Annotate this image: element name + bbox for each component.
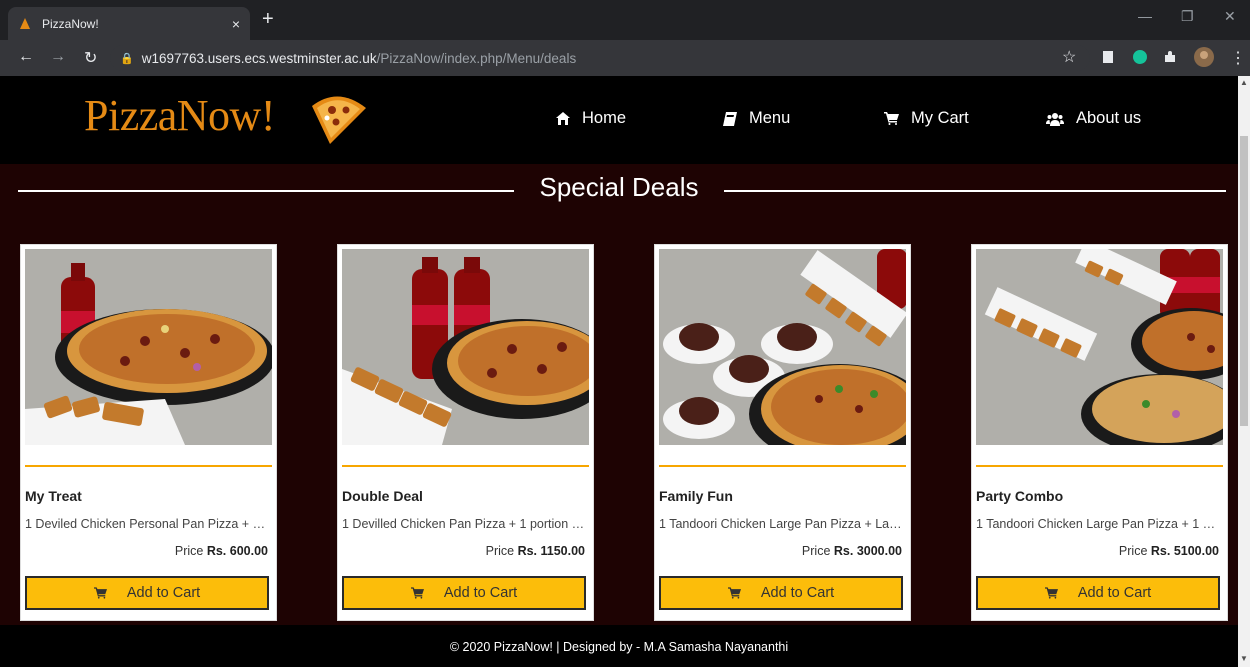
deal-description: 1 Tandoori Chicken Large Pan Pizza + Lav… — [659, 517, 904, 531]
price-value: Rs. 1150.00 — [517, 544, 585, 558]
deal-card: Party Combo 1 Tandoori Chicken Large Pan… — [971, 244, 1228, 621]
deal-price: Price Rs. 3000.00 — [802, 544, 902, 558]
nav-about-us-label: About us — [1076, 109, 1142, 127]
nav-home-label: Home — [582, 109, 627, 127]
page: PizzaNow! Home Menu My Cart About us Spe… — [0, 76, 1238, 667]
deal-description: 1 Deviled Chicken Personal Pan Pizza + 1… — [25, 517, 270, 531]
grammarly-extension-icon[interactable] — [1132, 49, 1148, 65]
extensions-puzzle-icon[interactable] — [1162, 49, 1178, 65]
deal-image-double-deal — [342, 249, 589, 445]
deal-name: Family Fun — [659, 488, 733, 504]
deal-name: Double Deal — [342, 488, 423, 504]
site-logo[interactable]: PizzaNow! — [84, 90, 276, 141]
price-label: Price — [801, 544, 831, 558]
price-label: Price — [485, 544, 515, 558]
pizza-favicon-icon — [20, 17, 30, 29]
browser-tab[interactable]: PizzaNow! × — [8, 7, 250, 40]
deal-card: Double Deal 1 Devilled Chicken Pan Pizza… — [337, 244, 594, 621]
card-separator — [342, 465, 589, 467]
card-separator — [659, 465, 906, 467]
scroll-up-icon[interactable]: ▲ — [1240, 78, 1248, 87]
special-deals-heading: Special Deals — [0, 172, 1238, 208]
new-tab-button[interactable]: + — [262, 8, 274, 31]
deal-card: Family Fun 1 Tandoori Chicken Large Pan … — [654, 244, 911, 621]
deal-image-family-fun — [659, 249, 906, 445]
add-to-cart-label: Add to Cart — [443, 585, 518, 601]
home-icon — [556, 112, 570, 125]
tab-title: PizzaNow! — [42, 16, 99, 31]
add-to-cart-button[interactable]: Add to Cart — [659, 576, 903, 610]
lock-icon: 🔒 — [120, 52, 134, 65]
cart-icon — [410, 587, 424, 599]
price-label: Price — [174, 544, 204, 558]
site-header: PizzaNow! Home Menu My Cart About us — [0, 76, 1238, 164]
heading-line-right — [724, 190, 1226, 192]
page-extension-icon[interactable] — [1100, 49, 1116, 65]
deal-name: My Treat — [25, 488, 82, 504]
deal-price: Price Rs. 600.00 — [175, 544, 268, 558]
nav-my-cart-label: My Cart — [911, 109, 969, 127]
browser-toolbar: ← → ↻ 🔒 w1697763.users.ecs.westminster.a… — [0, 40, 1250, 76]
book-icon — [723, 111, 737, 126]
card-separator — [976, 465, 1223, 467]
add-to-cart-label: Add to Cart — [1077, 585, 1152, 601]
deal-description: 1 Tandoori Chicken Large Pan Pizza + 1 L… — [976, 517, 1221, 531]
add-to-cart-button[interactable]: Add to Cart — [342, 576, 586, 610]
deal-image-my-treat — [25, 249, 272, 445]
profile-avatar[interactable] — [1194, 47, 1214, 67]
deal-description: 1 Devilled Chicken Pan Pizza + 1 portion… — [342, 517, 587, 531]
address-bar[interactable]: 🔒 w1697763.users.ecs.westminster.ac.uk/P… — [110, 45, 1090, 71]
add-to-cart-button[interactable]: Add to Cart — [25, 576, 269, 610]
back-icon[interactable]: ← — [18, 48, 34, 66]
tab-close-icon[interactable]: × — [232, 16, 240, 32]
browser-tab-bar: PizzaNow! × + — ❐ ✕ — [0, 0, 1250, 40]
browser-menu-icon[interactable]: ⋮ — [1230, 48, 1246, 68]
reload-icon[interactable]: ↻ — [84, 48, 97, 68]
pizza-slice-icon — [312, 96, 366, 144]
nav-my-cart[interactable]: My Cart — [884, 109, 969, 128]
cart-icon — [93, 587, 107, 599]
card-separator — [25, 465, 272, 467]
deal-image-party-combo — [976, 249, 1223, 445]
nav-home[interactable]: Home — [556, 109, 626, 128]
minimize-icon[interactable]: — — [1138, 8, 1152, 24]
nav-menu-label: Menu — [749, 109, 791, 127]
nav-about-us[interactable]: About us — [1046, 109, 1141, 128]
page-scrollbar[interactable]: ▲ ▼ — [1238, 76, 1250, 667]
scroll-down-icon[interactable]: ▼ — [1240, 654, 1248, 663]
bookmark-star-icon[interactable]: ☆ — [1062, 47, 1076, 67]
special-deals-title: Special Deals — [539, 172, 699, 202]
price-label: Price — [1118, 544, 1148, 558]
site-footer: © 2020 PizzaNow! | Designed by - M.A Sam… — [0, 625, 1238, 667]
forward-icon[interactable]: → — [50, 48, 66, 66]
deal-name: Party Combo — [976, 488, 1064, 504]
add-to-cart-button[interactable]: Add to Cart — [976, 576, 1220, 610]
cart-icon — [1044, 587, 1058, 599]
nav-menu[interactable]: Menu — [723, 109, 790, 128]
price-value: Rs. 600.00 — [206, 544, 268, 558]
deal-price: Price Rs. 5100.00 — [1119, 544, 1219, 558]
scrollbar-thumb[interactable] — [1240, 136, 1248, 426]
add-to-cart-label: Add to Cart — [760, 585, 835, 601]
cart-icon — [884, 112, 899, 125]
deal-card: My Treat 1 Deviled Chicken Personal Pan … — [20, 244, 277, 621]
url-host: w1697763.users.ecs.westminster.ac.uk — [141, 50, 377, 66]
deal-price: Price Rs. 1150.00 — [486, 544, 585, 558]
url-path: /PizzaNow/index.php/Menu/deals — [376, 50, 577, 66]
cart-icon — [727, 587, 741, 599]
window-close-icon[interactable]: ✕ — [1224, 8, 1236, 25]
add-to-cart-label: Add to Cart — [126, 585, 201, 601]
price-value: Rs. 5100.00 — [1150, 544, 1219, 558]
restore-icon[interactable]: ❐ — [1181, 8, 1194, 25]
price-value: Rs. 3000.00 — [833, 544, 902, 558]
users-icon — [1046, 112, 1064, 126]
